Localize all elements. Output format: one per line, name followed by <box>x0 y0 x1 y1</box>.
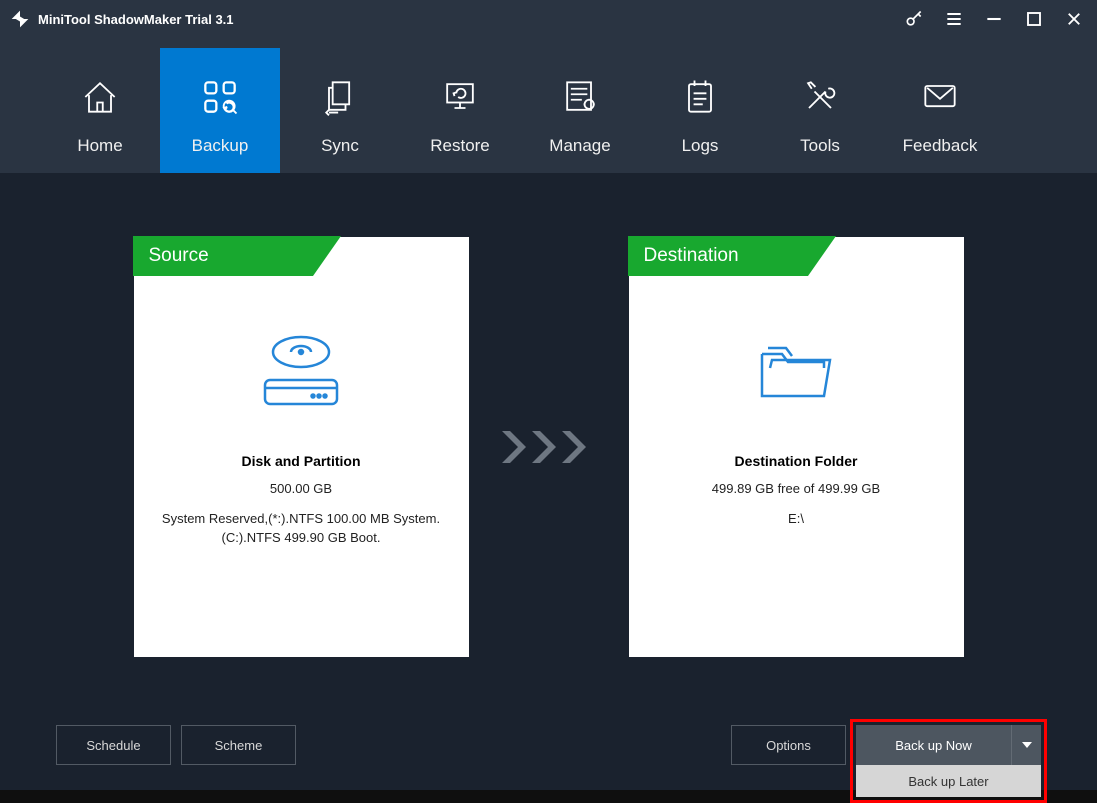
backup-split-button: Back up Now Back up Later <box>856 725 1041 765</box>
schedule-button[interactable]: Schedule <box>56 725 171 765</box>
sync-icon <box>318 72 362 122</box>
title-bar: MiniTool ShadowMaker Trial 3.1 <box>0 0 1097 38</box>
options-button[interactable]: Options <box>731 725 846 765</box>
nav-label: Logs <box>682 136 719 156</box>
nav-label: Restore <box>430 136 490 156</box>
feedback-icon <box>918 72 962 122</box>
app-title: MiniTool ShadowMaker Trial 3.1 <box>38 12 901 27</box>
backup-later-item[interactable]: Back up Later <box>856 765 1041 797</box>
home-icon <box>78 72 122 122</box>
nav-backup[interactable]: Backup <box>160 48 280 173</box>
nav-label: Manage <box>549 136 610 156</box>
content-area: Source Disk and Partition 500.00 GB Syst… <box>0 173 1097 790</box>
logs-icon <box>678 72 722 122</box>
nav-sync[interactable]: Sync <box>280 48 400 173</box>
minimize-icon[interactable] <box>981 6 1007 32</box>
source-detail: System Reserved,(*:).NTFS 100.00 MB Syst… <box>134 509 469 548</box>
key-icon[interactable] <box>901 6 927 32</box>
destination-title: Destination Folder <box>735 453 858 469</box>
source-panel[interactable]: Source Disk and Partition 500.00 GB Syst… <box>134 237 469 657</box>
nav-label: Home <box>77 136 122 156</box>
manage-icon <box>558 72 602 122</box>
disk-icon <box>255 325 347 415</box>
tools-icon <box>798 72 842 122</box>
nav-label: Backup <box>192 136 249 156</box>
arrow-icon <box>494 237 604 657</box>
backup-dropdown-toggle[interactable] <box>1011 725 1041 765</box>
nav-label: Tools <box>800 136 840 156</box>
destination-panel[interactable]: Destination Destination Folder 499.89 GB… <box>629 237 964 657</box>
source-size: 500.00 GB <box>256 479 346 499</box>
main-nav: Home Backup Sync Restore Manage <box>0 38 1097 173</box>
nav-restore[interactable]: Restore <box>400 48 520 173</box>
backup-now-button[interactable]: Back up Now <box>856 725 1011 765</box>
nav-tools[interactable]: Tools <box>760 48 880 173</box>
restore-icon <box>438 72 482 122</box>
nav-feedback[interactable]: Feedback <box>880 48 1000 173</box>
source-tab-label: Source <box>133 236 313 276</box>
source-title: Disk and Partition <box>241 453 360 469</box>
destination-tab-label: Destination <box>628 236 808 276</box>
backup-icon <box>198 72 242 122</box>
nav-label: Sync <box>321 136 359 156</box>
folder-icon <box>750 325 842 415</box>
close-icon[interactable] <box>1061 6 1087 32</box>
nav-label: Feedback <box>903 136 978 156</box>
destination-size: 499.89 GB free of 499.99 GB <box>698 479 894 499</box>
destination-detail: E:\ <box>774 509 818 529</box>
menu-icon[interactable] <box>941 6 967 32</box>
app-logo-icon <box>10 9 30 29</box>
nav-home[interactable]: Home <box>40 48 160 173</box>
maximize-icon[interactable] <box>1021 6 1047 32</box>
scheme-button[interactable]: Scheme <box>181 725 296 765</box>
nav-manage[interactable]: Manage <box>520 48 640 173</box>
nav-logs[interactable]: Logs <box>640 48 760 173</box>
